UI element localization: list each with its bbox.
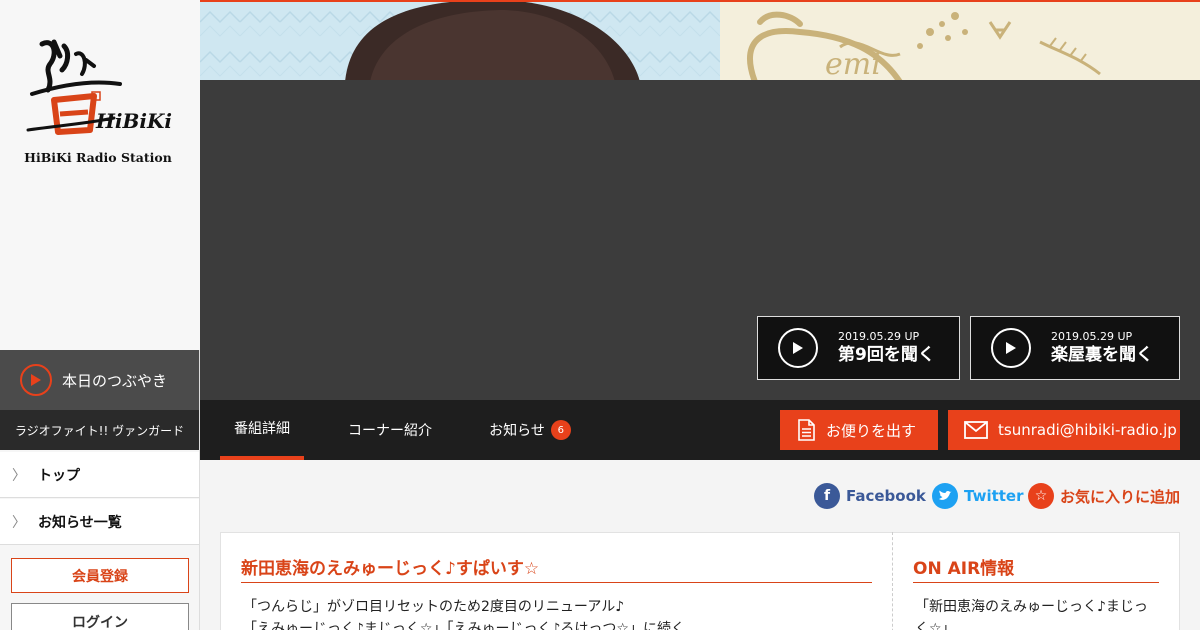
description-line: 「えみゅーじっく♪まじっく☆」「えみゅーじっく♪ろけっつ☆」に続く (243, 621, 685, 630)
listen-episode-button[interactable]: 2019.05.29 UP 第9回を聞く (757, 316, 960, 380)
tab-label: お知らせ (489, 423, 545, 439)
program-title: 新田恵海のえみゅーじっく♪すぱいす☆ (241, 554, 872, 583)
twitter-label: Twitter (964, 487, 1024, 505)
chevron-right-icon: 〉 (12, 514, 26, 531)
episode-date: 2019.05.29 UP (838, 330, 920, 343)
email-button[interactable]: tsunradi@hibiki-radio.jp (948, 410, 1180, 450)
sidebar-item-top[interactable]: 〉 トップ (0, 452, 199, 498)
favorite-label: お気に入りに追加 (1060, 487, 1181, 506)
facebook-share[interactable]: f Facebook (814, 482, 926, 510)
email-address: tsunradi@hibiki-radio.jp (998, 421, 1177, 439)
document-icon (796, 419, 816, 441)
login-button[interactable]: ログイン (11, 603, 189, 630)
hibiki-logo: ΗiBiKi (26, 39, 172, 135)
content-divider (892, 532, 893, 630)
twitter-icon (932, 483, 958, 509)
sidebar-item-news[interactable]: 〉 お知らせ一覧 (0, 499, 199, 545)
star-icon: ☆ (1028, 483, 1054, 509)
description-line: 「つんらじ」がゾロ目リセットのため2度目のリニューアル♪ (243, 599, 625, 615)
register-button[interactable]: 会員登録 (11, 558, 189, 593)
hero-banner: emi (200, 0, 1200, 80)
onair-text: 「新田恵海のえみゅーじっく♪まじっく☆」 (915, 599, 1148, 630)
hero-banner-art: emi (200, 2, 1200, 80)
chevron-right-icon: 〉 (12, 467, 26, 484)
play-icon (991, 328, 1031, 368)
play-icon (778, 328, 818, 368)
tab-program-details[interactable]: 番組詳細 (220, 400, 304, 460)
send-letter-label: お便りを出す (826, 421, 917, 440)
station-name: HiBiKi Radio Station (24, 150, 172, 165)
episode-title: 楽屋裏を聞く (1051, 345, 1153, 365)
daily-tweet-label: 本日のつぶやき (62, 371, 168, 390)
episode-title: 第9回を聞く (838, 345, 935, 365)
program-description: 「つんらじ」がゾロ目リセットのため2度目のリニューアル♪ 「えみゅーじっく♪まじ… (243, 596, 873, 630)
banner-emi-text: emi (825, 47, 881, 80)
twitter-share[interactable]: Twitter (932, 482, 1024, 510)
tab-label: コーナー紹介 (348, 423, 432, 439)
listen-backstage-button[interactable]: 2019.05.29 UP 楽屋裏を聞く (970, 316, 1180, 380)
sidebar-item-label: トップ (38, 467, 80, 484)
facebook-icon: f (814, 483, 840, 509)
tab-corners[interactable]: コーナー紹介 (334, 400, 446, 460)
daily-tweet-button[interactable]: 本日のつぶやき (0, 350, 199, 410)
tab-news[interactable]: お知らせ 6 (480, 400, 580, 460)
onair-title: ON AIR情報 (913, 554, 1159, 583)
svg-text:ΗiBiKi: ΗiBiKi (95, 109, 172, 133)
news-count-badge: 6 (550, 420, 571, 440)
logo-area[interactable]: ΗiBiKi HiBiKi Radio Station (0, 0, 200, 350)
mail-icon (964, 421, 988, 439)
sidebar: ΗiBiKi HiBiKi Radio Station 本日のつぶやき ラジオフ… (0, 0, 200, 630)
vanguard-link[interactable]: ラジオファイト!! ヴァンガード (0, 410, 199, 450)
sidebar-item-label: お知らせ一覧 (38, 514, 122, 531)
send-letter-button[interactable]: お便りを出す (780, 410, 938, 450)
episode-date: 2019.05.29 UP (1051, 330, 1133, 343)
tab-label: 番組詳細 (234, 421, 290, 437)
favorite-button[interactable]: ☆ お気に入りに追加 (1028, 482, 1180, 510)
facebook-label: Facebook (846, 487, 926, 505)
play-icon (20, 364, 52, 396)
